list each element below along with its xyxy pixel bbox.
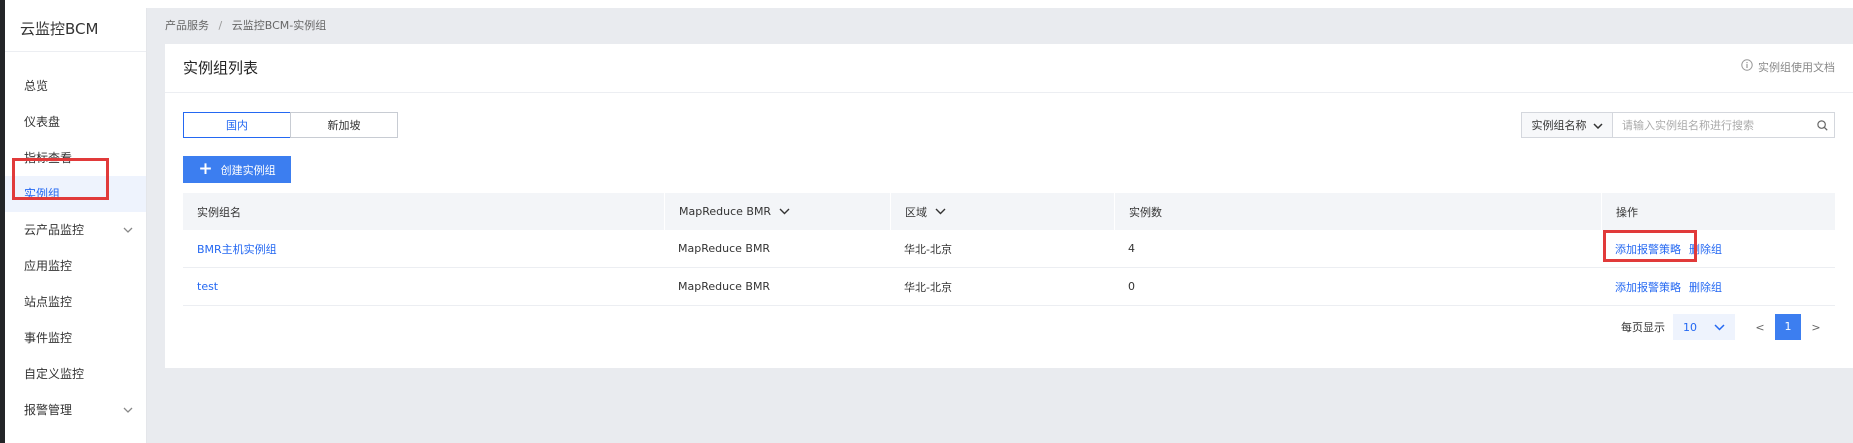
pagination: 每页显示 10 < 1 > — [1621, 314, 1827, 340]
sidebar-item-instance-group[interactable]: 实例组 — [5, 176, 146, 212]
delete-group-link[interactable]: 删除组 — [1689, 279, 1722, 295]
chevron-down-icon — [935, 208, 946, 215]
card-header: 实例组列表 实例组使用文档 — [165, 44, 1853, 93]
sidebar-item-overview[interactable]: 总览 — [5, 68, 146, 104]
add-alarm-policy-link[interactable]: 添加报警策略 — [1615, 279, 1681, 295]
cell-count: 0 — [1114, 268, 1601, 305]
chevron-down-icon — [1592, 119, 1603, 132]
search-icon[interactable] — [1810, 119, 1834, 131]
breadcrumb-item-current: 云监控BCM-实例组 — [231, 19, 327, 32]
cell-region: 华北-北京 — [890, 268, 1114, 305]
top-bar — [5, 0, 1853, 8]
search-input[interactable] — [1613, 113, 1810, 137]
sidebar-item-label: 仪表盘 — [24, 115, 61, 129]
sidebar-item-site-monitor[interactable]: 站点监控 — [5, 284, 146, 320]
instance-group-table: 实例组名 MapReduce BMR 区域 实例数 操作 BMR主机实例组 Ma… — [183, 193, 1835, 306]
tab-domestic[interactable]: 国内 — [183, 112, 291, 138]
search-box: 实例组名称 — [1521, 112, 1835, 138]
instance-group-link[interactable]: BMR主机实例组 — [197, 241, 277, 257]
delete-group-link[interactable]: 删除组 — [1689, 241, 1722, 257]
sidebar-item-label: 实例组 — [24, 187, 61, 201]
column-header-label: 实例数 — [1129, 205, 1162, 219]
column-header-count: 实例数 — [1114, 193, 1601, 230]
sidebar-item-label: 自定义监控 — [24, 367, 85, 381]
column-header-label: 实例组名 — [197, 205, 241, 219]
column-header-label: 操作 — [1616, 205, 1638, 219]
cell-region: 华北-北京 — [890, 230, 1114, 267]
tab-singapore[interactable]: 新加坡 — [290, 112, 398, 138]
cell-count: 4 — [1114, 230, 1601, 267]
breadcrumb-item-products[interactable]: 产品服务 — [165, 19, 209, 32]
add-alarm-policy-link[interactable]: 添加报警策略 — [1615, 241, 1681, 257]
chevron-down-icon — [122, 392, 134, 428]
sidebar-item-label: 报警管理 — [24, 403, 73, 417]
cell-text: 0 — [1128, 280, 1135, 293]
cell-name: BMR主机实例组 — [183, 230, 664, 267]
sidebar-item-cloud-product-monitor[interactable]: 云产品监控 — [5, 212, 146, 248]
column-header-label: MapReduce BMR — [679, 205, 772, 218]
sidebar-item-metrics[interactable]: 指标查看 — [5, 140, 146, 176]
chevron-down-icon — [779, 208, 790, 215]
sidebar-item-label: 应用监控 — [24, 259, 73, 273]
cell-product: MapReduce BMR — [664, 268, 890, 305]
plus-icon: + — [198, 159, 213, 179]
prev-page-button[interactable]: < — [1749, 321, 1771, 334]
sidebar-item-dashboard[interactable]: 仪表盘 — [5, 104, 146, 140]
search-field-select[interactable]: 实例组名称 — [1522, 113, 1613, 137]
sidebar-item-event-monitor[interactable]: 事件监控 — [5, 320, 146, 356]
cell-text: 华北-北京 — [904, 280, 952, 294]
cell-actions: 添加报警策略 删除组 — [1601, 230, 1835, 267]
page-size-value: 10 — [1683, 320, 1697, 334]
cell-product: MapReduce BMR — [664, 230, 890, 267]
region-tabs: 国内 新加坡 — [183, 112, 398, 138]
sidebar-item-label: 事件监控 — [24, 331, 73, 345]
next-page-button[interactable]: > — [1805, 321, 1827, 334]
sidebar-item-label: 指标查看 — [24, 151, 73, 165]
sidebar-item-alarm-management[interactable]: 报警管理 — [5, 392, 146, 428]
table-row: BMR主机实例组 MapReduce BMR 华北-北京 4 添加报警策略 删除… — [183, 230, 1835, 268]
cell-text: MapReduce BMR — [678, 242, 771, 255]
instance-group-card: 实例组列表 实例组使用文档 国内 新加坡 实例组名称 + 创建实例组 实例组名 — [165, 44, 1853, 368]
breadcrumb-separator: / — [218, 19, 223, 32]
cell-text: MapReduce BMR — [678, 280, 771, 293]
table-header: 实例组名 MapReduce BMR 区域 实例数 操作 — [183, 193, 1835, 230]
cell-text: 华北-北京 — [904, 242, 952, 256]
table-row: test MapReduce BMR 华北-北京 0 添加报警策略 删除组 — [183, 268, 1835, 306]
page-size-label: 每页显示 — [1621, 321, 1665, 334]
column-header-product[interactable]: MapReduce BMR — [664, 193, 890, 230]
doc-link[interactable]: 实例组使用文档 — [1741, 44, 1835, 92]
cell-name: test — [183, 268, 664, 305]
sidebar-item-label: 总览 — [24, 79, 49, 93]
create-button-label: 创建实例组 — [220, 163, 276, 177]
cell-actions: 添加报警策略 删除组 — [1601, 268, 1835, 305]
sidebar-item-app-monitor[interactable]: 应用监控 — [5, 248, 146, 284]
sidebar-item-label: 站点监控 — [24, 295, 73, 309]
doc-link-label: 实例组使用文档 — [1758, 61, 1835, 74]
chevron-down-icon — [1714, 321, 1725, 334]
breadcrumb: 产品服务 / 云监控BCM-实例组 — [165, 8, 326, 44]
column-header-name: 实例组名 — [183, 193, 664, 230]
info-icon — [1741, 44, 1753, 92]
page-number-button[interactable]: 1 — [1775, 314, 1801, 340]
column-header-actions: 操作 — [1601, 193, 1835, 230]
chevron-down-icon — [122, 212, 134, 248]
create-instance-group-button[interactable]: + 创建实例组 — [183, 156, 291, 183]
column-header-label: 区域 — [905, 205, 927, 219]
sidebar-item-custom-monitor[interactable]: 自定义监控 — [5, 356, 146, 392]
cell-text: 4 — [1128, 242, 1135, 255]
column-header-region[interactable]: 区域 — [890, 193, 1114, 230]
sidebar: 云监控BCM 总览 仪表盘 指标查看 实例组 云产品监控 应用监控 站点监控 事… — [5, 8, 147, 443]
search-field-select-label: 实例组名称 — [1531, 119, 1587, 132]
page-size-select[interactable]: 10 — [1673, 314, 1735, 340]
sidebar-title: 云监控BCM — [5, 8, 146, 52]
instance-group-link[interactable]: test — [197, 280, 218, 293]
sidebar-item-label: 云产品监控 — [24, 223, 85, 237]
page-title: 实例组列表 — [183, 59, 259, 77]
